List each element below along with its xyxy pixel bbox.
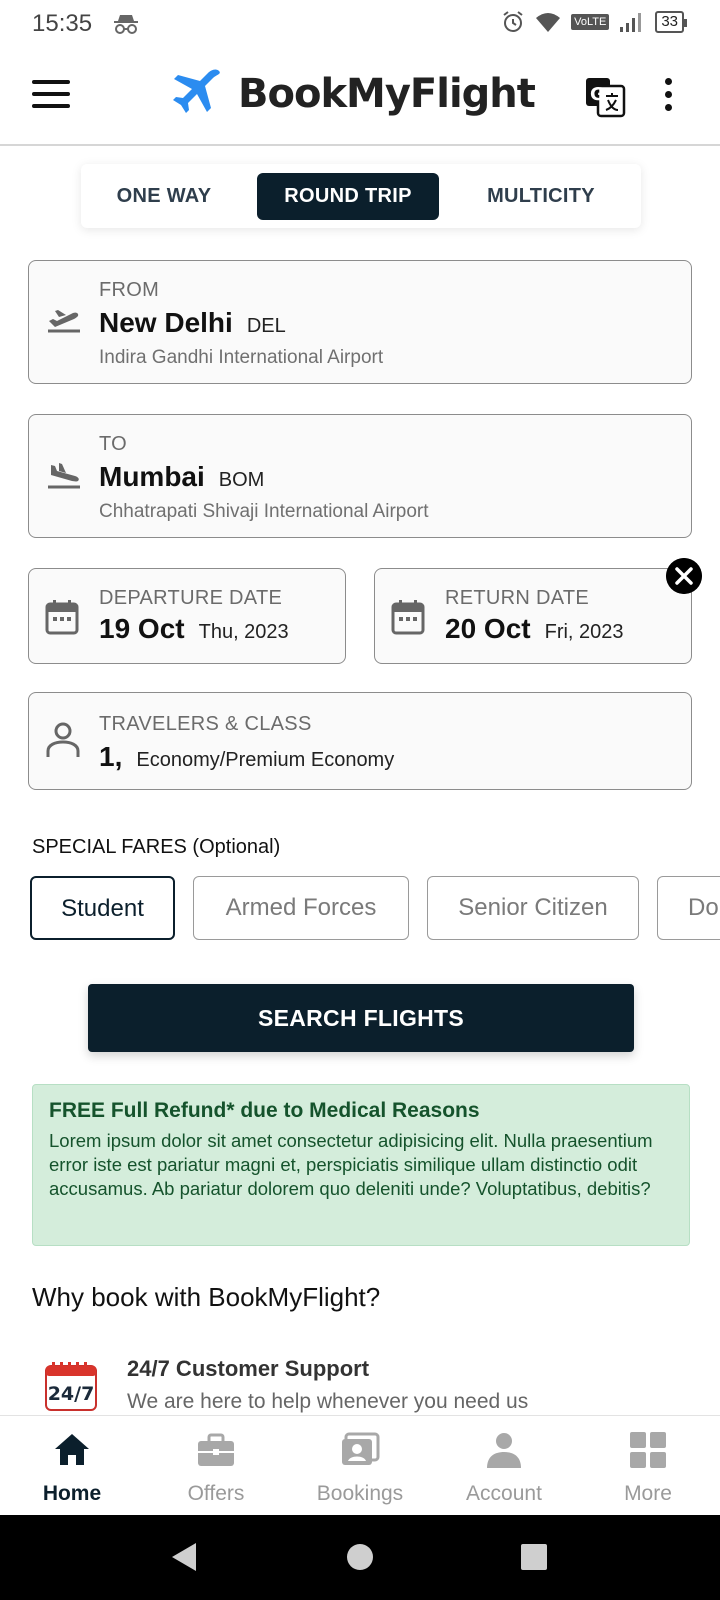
- home-circle-icon[interactable]: [342, 1539, 378, 1575]
- takeoff-icon: [48, 310, 80, 333]
- to-city: Mumbai: [99, 461, 205, 492]
- nav-more-label: More: [624, 1482, 672, 1505]
- nav-offers-label: Offers: [187, 1482, 245, 1505]
- from-airport: Indira Gandhi International Airport: [99, 347, 384, 368]
- alarm-icon: [503, 11, 523, 32]
- svg-text:G: G: [590, 84, 605, 105]
- search-flights-button[interactable]: SEARCH FLIGHTS: [88, 984, 634, 1052]
- system-navigation-bar: [0, 1515, 720, 1600]
- fare-chip-armed-forces[interactable]: Armed Forces: [193, 876, 409, 940]
- menu-icon-line: [32, 92, 70, 96]
- translate-icon[interactable]: G: [584, 76, 626, 118]
- fare-chip-senior-citizen[interactable]: Senior Citizen: [427, 876, 639, 940]
- person-icon: [46, 722, 80, 757]
- nav-offers[interactable]: Offers: [144, 1416, 288, 1516]
- nav-home[interactable]: Home: [0, 1416, 144, 1516]
- wifi-icon: [536, 13, 561, 32]
- clear-return-date-button[interactable]: [666, 558, 702, 594]
- traveler-count: 1,: [99, 741, 123, 772]
- departure-date: 19 Oct: [99, 613, 185, 644]
- nav-more[interactable]: More: [576, 1416, 720, 1516]
- travel-class: Economy/Premium Economy: [136, 749, 395, 771]
- tab-one-way[interactable]: ONE WAY: [93, 173, 235, 220]
- refund-title: FREE Full Refund* due to Medical Reasons: [49, 1099, 480, 1122]
- brand-logo: BookMyFlight: [170, 68, 536, 120]
- app-title: BookMyFlight: [238, 71, 536, 117]
- refund-text: Lorem ipsum dolor sit amet consectetur a…: [49, 1130, 653, 1199]
- fare-chip-student[interactable]: Student: [30, 876, 175, 940]
- nav-account-label: Account: [466, 1482, 542, 1505]
- calendar-icon: [45, 600, 79, 635]
- menu-icon-line: [32, 80, 70, 84]
- account-icon: [487, 1433, 521, 1468]
- trip-type-tabs: ONE WAY ROUND TRIP MULTICITY: [81, 164, 641, 228]
- calendar-24-7-icon: 24/7: [45, 1362, 97, 1411]
- departure-label: DEPARTURE DATE: [99, 587, 283, 609]
- dot: [664, 78, 672, 85]
- calendar-icon: [391, 600, 425, 635]
- return-date: 20 Oct: [445, 613, 531, 644]
- overflow-menu-button[interactable]: [662, 78, 674, 118]
- app-bar: BookMyFlight G: [0, 50, 720, 146]
- battery-indicator: 33: [655, 11, 687, 33]
- tab-round-trip[interactable]: ROUND TRIP: [257, 173, 439, 220]
- bottom-navigation: Home Offers Bookings Account More: [0, 1415, 720, 1515]
- nav-home-label: Home: [42, 1482, 102, 1505]
- to-field[interactable]: TO Mumbai BOM Chhatrapati Shivaji Intern…: [28, 414, 692, 538]
- nav-bookings[interactable]: Bookings: [288, 1416, 432, 1516]
- refund-banner: FREE Full Refund* due to Medical Reasons…: [32, 1084, 690, 1246]
- nav-account[interactable]: Account: [432, 1416, 576, 1516]
- airplane-logo-icon: [173, 69, 220, 113]
- feature-icon-text: 24/7: [48, 1383, 95, 1405]
- bookings-icon: [342, 1432, 380, 1465]
- nav-bookings-label: Bookings: [316, 1482, 404, 1505]
- home-icon: [55, 1434, 89, 1465]
- status-time: 15:35: [32, 10, 93, 37]
- return-date-field[interactable]: RETURN DATE 20 Oct Fri, 2023: [374, 568, 692, 664]
- landing-icon: [48, 463, 80, 489]
- departure-date-field[interactable]: DEPARTURE DATE 19 Oct Thu, 2023: [28, 568, 346, 664]
- menu-button[interactable]: [32, 80, 72, 116]
- back-icon[interactable]: [168, 1539, 204, 1575]
- recents-icon[interactable]: [516, 1539, 552, 1575]
- return-label: RETURN DATE: [445, 587, 590, 609]
- to-code: BOM: [218, 469, 265, 491]
- return-day-year: Fri, 2023: [544, 621, 624, 643]
- tab-multicity[interactable]: MULTICITY: [461, 173, 621, 220]
- dot: [664, 91, 672, 98]
- from-code: DEL: [246, 315, 286, 337]
- special-fares-row: Student Armed Forces Senior Citizen Dou: [30, 876, 720, 942]
- from-field[interactable]: FROM New Delhi DEL Indira Gandhi Interna…: [28, 260, 692, 384]
- from-city: New Delhi: [99, 307, 233, 338]
- feature-description: We are here to help whenever you need us: [127, 1390, 529, 1413]
- fare-chip-partial[interactable]: Dou: [657, 876, 720, 940]
- incognito-icon: [114, 15, 138, 34]
- dot: [664, 104, 672, 111]
- to-label: TO: [99, 433, 128, 455]
- from-label: FROM: [99, 279, 160, 301]
- travelers-label: TRAVELERS & CLASS: [99, 713, 312, 735]
- feature-title: 24/7 Customer Support: [127, 1356, 370, 1381]
- special-fares-title: SPECIAL FARES (Optional): [32, 836, 281, 858]
- why-book-title: Why book with BookMyFlight?: [32, 1282, 381, 1312]
- signal-icon: [620, 13, 642, 32]
- status-bar: 15:35 VoLTE 33: [0, 0, 720, 50]
- travelers-class-field[interactable]: TRAVELERS & CLASS 1, Economy/Premium Eco…: [28, 692, 692, 790]
- to-airport: Chhatrapati Shivaji International Airpor…: [99, 501, 429, 522]
- volte-badge: VoLTE: [571, 14, 610, 30]
- briefcase-icon: [198, 1433, 234, 1466]
- grid-icon: [630, 1432, 666, 1468]
- menu-icon-line: [32, 104, 70, 108]
- departure-day-year: Thu, 2023: [198, 621, 289, 643]
